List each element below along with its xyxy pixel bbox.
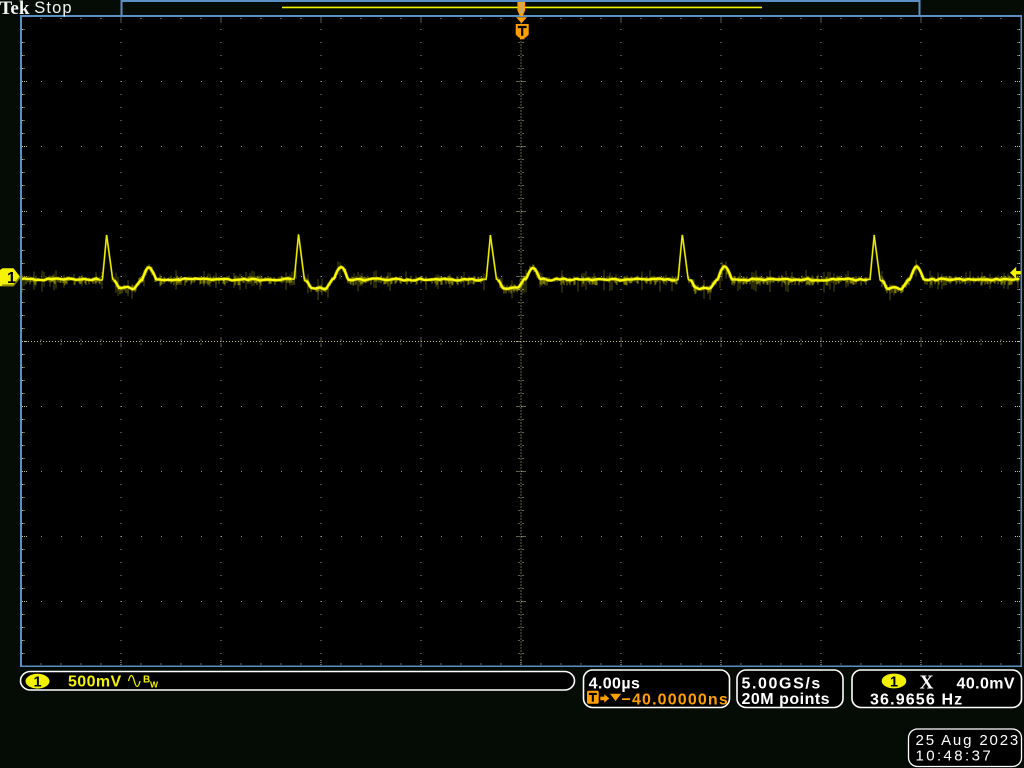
svg-text:1: 1 — [7, 270, 16, 287]
svg-text:1: 1 — [890, 674, 898, 690]
svg-text:W: W — [150, 680, 159, 690]
svg-text:1: 1 — [34, 675, 42, 691]
svg-text:X: X — [920, 673, 934, 694]
svg-text:−40.00000ns: −40.00000ns — [622, 691, 729, 708]
svg-text:4.00µs: 4.00µs — [589, 675, 641, 692]
svg-text:5.00GS/s: 5.00GS/s — [742, 675, 822, 692]
svg-text:10:48:37: 10:48:37 — [916, 748, 994, 765]
svg-text:20M points: 20M points — [742, 691, 831, 708]
svg-text:40.0mV: 40.0mV — [957, 675, 1015, 692]
svg-text:Stop: Stop — [34, 0, 72, 17]
svg-text:25 Aug 2023: 25 Aug 2023 — [916, 732, 1021, 749]
svg-text:Tek: Tek — [0, 0, 30, 19]
svg-text:36.9656 Hz: 36.9656 Hz — [870, 692, 963, 709]
svg-text:500mV: 500mV — [68, 674, 122, 691]
